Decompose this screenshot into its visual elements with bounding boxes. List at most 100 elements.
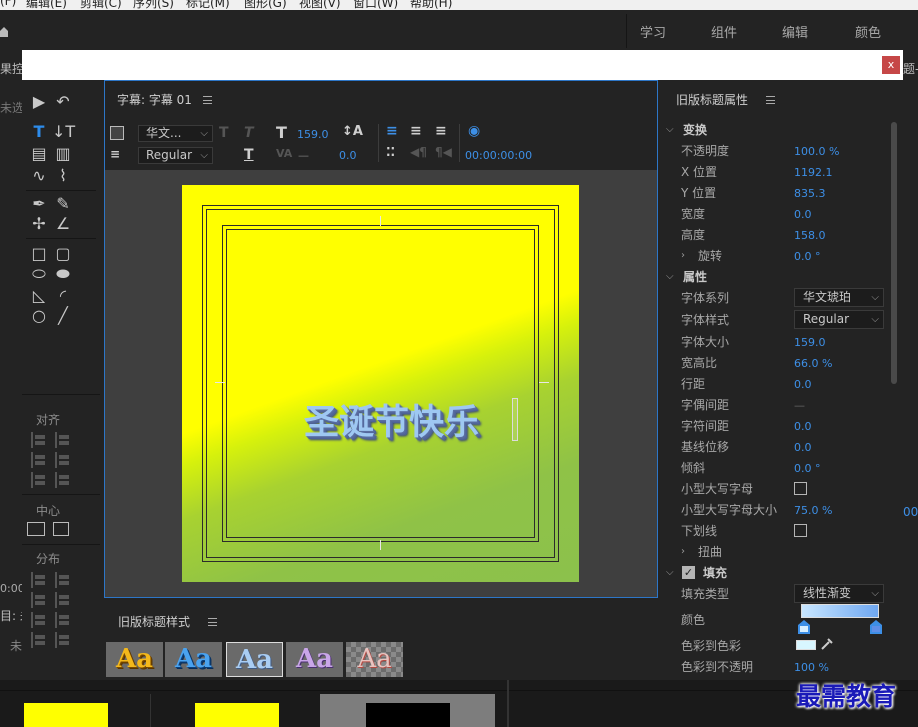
small-caps-size-value[interactable]: 75.0 % bbox=[794, 504, 832, 517]
color-to-opacity-value[interactable]: 100 % bbox=[794, 661, 829, 674]
show-background-video-icon[interactable]: ◉ bbox=[468, 123, 480, 139]
center-horizontal-icon[interactable] bbox=[27, 522, 45, 536]
properties-tab[interactable]: 旧版标题属性 bbox=[676, 91, 748, 108]
path-type-tool-icon[interactable]: ∿ bbox=[28, 166, 50, 186]
eyedropper-icon[interactable] bbox=[820, 637, 834, 651]
distribute-space-v-icon[interactable] bbox=[55, 632, 71, 648]
italic-icon[interactable]: T bbox=[244, 125, 254, 141]
kerning-value[interactable]: 0.0 bbox=[339, 149, 357, 162]
align-right-icon[interactable] bbox=[55, 432, 71, 448]
rotation-tool-icon[interactable]: ↶ bbox=[52, 92, 74, 112]
opacity-value[interactable]: 100.0 % bbox=[794, 145, 839, 158]
distribute-right-icon[interactable] bbox=[55, 572, 71, 588]
y-position-value[interactable]: 835.3 bbox=[794, 187, 826, 200]
line-tool-icon[interactable]: ╱ bbox=[52, 306, 74, 326]
font-family-prop-dropdown[interactable]: 华文琥珀 ⌵ bbox=[794, 288, 884, 307]
add-anchor-tool-icon[interactable]: ✢ bbox=[28, 214, 50, 234]
transform-section[interactable]: 变换 bbox=[683, 121, 707, 138]
font-size-value[interactable]: 159.0 bbox=[297, 128, 329, 141]
width-value[interactable]: 0.0 bbox=[794, 208, 812, 221]
slant-value[interactable]: 0.0 ° bbox=[794, 462, 821, 475]
rotation-value[interactable]: 0.0 ° bbox=[794, 250, 821, 263]
distribute-center-icon[interactable] bbox=[31, 592, 47, 608]
aspect-value[interactable]: 66.0 % bbox=[794, 357, 832, 370]
tab-color[interactable]: 颜色 bbox=[855, 22, 881, 41]
style-swatch-gold[interactable]: Aa bbox=[106, 642, 163, 677]
menu-file[interactable]: (F) bbox=[0, 0, 16, 8]
align-bottom-icon[interactable] bbox=[55, 472, 71, 488]
fill-section[interactable]: 填充 bbox=[703, 564, 727, 581]
gradient-ramp[interactable] bbox=[801, 604, 879, 618]
close-button[interactable]: x bbox=[882, 56, 900, 74]
center-vertical-icon[interactable] bbox=[53, 522, 69, 536]
menu-clip[interactable]: 剪辑(C) bbox=[80, 0, 122, 10]
properties-section[interactable]: 属性 bbox=[683, 268, 707, 285]
type-tool-icon[interactable]: T bbox=[28, 122, 50, 142]
distort-twisty-icon[interactable]: › bbox=[681, 546, 685, 557]
clip-thumbnail-3[interactable] bbox=[366, 703, 450, 727]
style-swatch-red[interactable]: Aa bbox=[346, 642, 403, 677]
properties-scroll-thumb[interactable] bbox=[891, 122, 897, 384]
kerning-prop-value[interactable]: — bbox=[794, 399, 805, 412]
tab-left-icon[interactable]: ◀¶ bbox=[410, 145, 427, 159]
style-swatch-blue[interactable]: Aa bbox=[165, 642, 222, 677]
selection-tool-icon[interactable]: ▶ bbox=[28, 92, 50, 112]
distribute-bottom-icon[interactable] bbox=[55, 612, 71, 628]
area-type-tool-icon[interactable]: ▤ bbox=[28, 144, 50, 164]
distribute-top-icon[interactable] bbox=[31, 612, 47, 628]
align-top-icon[interactable] bbox=[31, 472, 47, 488]
font-family-dropdown[interactable]: 华文... ⌵ bbox=[138, 125, 213, 142]
dialog-title-bar[interactable] bbox=[22, 50, 903, 80]
rounded-corner-rect-tool-icon[interactable]: ⬬ bbox=[52, 264, 74, 284]
sequence-tab-sliver[interactable]: 题-2 bbox=[903, 60, 918, 77]
height-value[interactable]: 158.0 bbox=[794, 229, 826, 242]
ellipse-tool-icon[interactable]: ○ bbox=[28, 306, 50, 326]
timecode-value[interactable]: 00:00:00:00 bbox=[465, 149, 532, 162]
color-stop-swatch[interactable] bbox=[796, 640, 816, 650]
properties-twisty-icon[interactable]: ⌵ bbox=[666, 271, 674, 282]
rounded-rect-tool-icon[interactable]: ▢ bbox=[52, 244, 74, 264]
align-center-text-icon[interactable]: ≡ bbox=[410, 123, 422, 139]
x-position-value[interactable]: 1192.1 bbox=[794, 166, 833, 179]
vertical-path-type-tool-icon[interactable]: ⌇ bbox=[52, 166, 74, 186]
menu-sequence[interactable]: 序列(S) bbox=[133, 0, 174, 10]
bold-icon[interactable]: T bbox=[219, 125, 229, 141]
distribute-left-icon[interactable] bbox=[31, 572, 47, 588]
styles-tab[interactable]: 旧版标题样式 bbox=[118, 613, 190, 630]
vertical-area-type-tool-icon[interactable]: ▥ bbox=[52, 144, 74, 164]
pen-tool-icon[interactable]: ✒ bbox=[28, 194, 50, 214]
convert-anchor-tool-icon[interactable]: ∠ bbox=[52, 214, 74, 234]
delete-anchor-tool-icon[interactable]: ✎ bbox=[52, 194, 74, 214]
gradient-stop-start[interactable] bbox=[798, 620, 810, 634]
leading-prop-value[interactable]: 0.0 bbox=[794, 378, 812, 391]
menu-edit[interactable]: 编辑(E) bbox=[26, 0, 67, 10]
leading-value[interactable]: — bbox=[298, 149, 309, 162]
small-caps-checkbox[interactable] bbox=[794, 482, 807, 495]
align-vcenter-icon[interactable] bbox=[31, 452, 47, 468]
tab-assembly[interactable]: 组件 bbox=[711, 22, 737, 41]
fill-type-dropdown[interactable]: 线性渐变 ⌵ bbox=[794, 584, 884, 603]
distribute-even-icon[interactable] bbox=[55, 592, 71, 608]
vertical-type-tool-icon[interactable]: ↓T bbox=[52, 122, 75, 142]
effect-controls-tab-sliver[interactable]: 果控 bbox=[0, 60, 24, 77]
align-right-text-icon[interactable]: ≡ bbox=[435, 123, 447, 139]
align-left-text-icon[interactable]: ≡ bbox=[386, 123, 398, 139]
rectangle-tool-icon[interactable]: □ bbox=[28, 244, 50, 264]
font-style-prop-dropdown[interactable]: Regular ⌵ bbox=[794, 310, 884, 329]
style-swatch-selected[interactable]: Aa bbox=[226, 642, 283, 677]
tab-editing[interactable]: 编辑 bbox=[782, 22, 808, 41]
title-tab[interactable]: 字幕: 字幕 01 bbox=[117, 91, 192, 108]
menu-window[interactable]: 窗口(W) bbox=[353, 0, 398, 10]
baseline-value[interactable]: 0.0 bbox=[794, 441, 812, 454]
underline-icon[interactable]: T bbox=[244, 147, 254, 163]
arc-tool-icon[interactable]: ◜ bbox=[52, 286, 74, 306]
tab-stops-icon[interactable]: ⁚⁚ bbox=[386, 145, 395, 159]
clip-thumbnail-1[interactable] bbox=[24, 703, 108, 727]
underline-checkbox[interactable] bbox=[794, 524, 807, 537]
new-title-icon[interactable] bbox=[110, 126, 124, 140]
align-hcenter-icon[interactable] bbox=[55, 452, 71, 468]
tracking-value[interactable]: 0.0 bbox=[794, 420, 812, 433]
gradient-stop-end[interactable] bbox=[870, 620, 882, 634]
wedge-tool-icon[interactable]: ◺ bbox=[28, 286, 50, 306]
menu-graphics[interactable]: 图形(G) bbox=[244, 0, 287, 10]
